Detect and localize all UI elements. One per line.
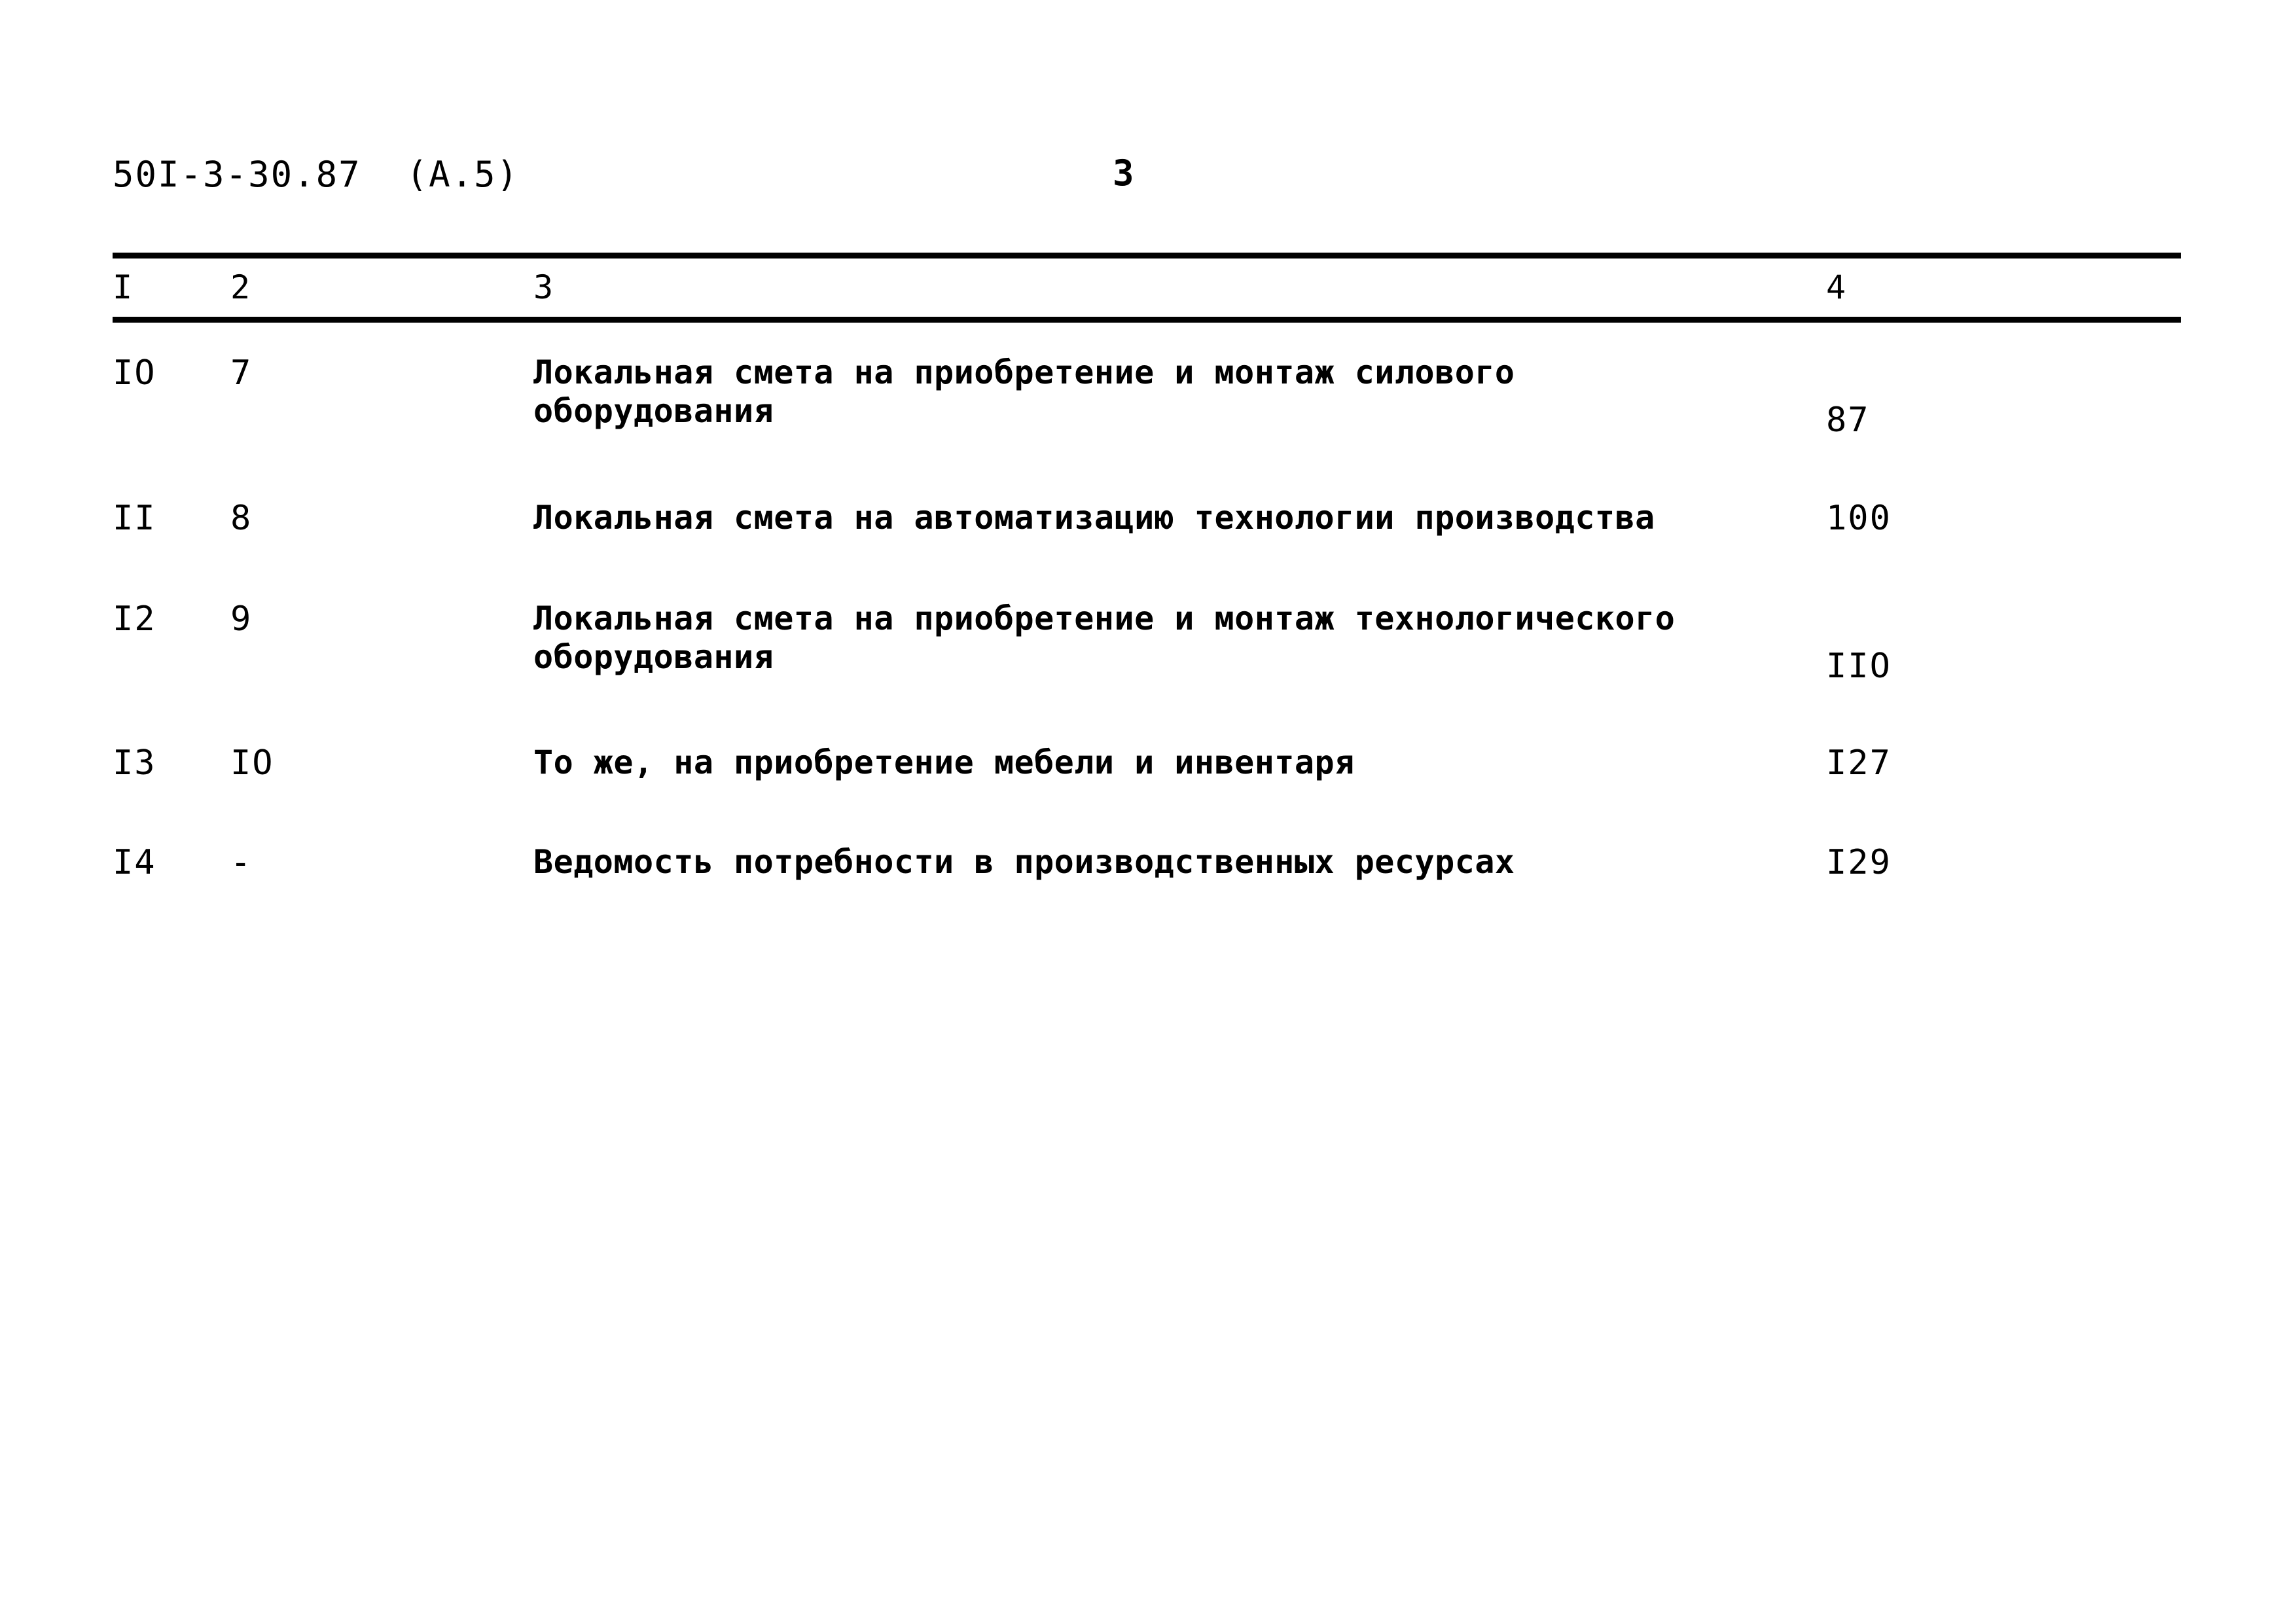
row-sheet-number: 8	[230, 499, 253, 538]
row-page: 100	[1826, 499, 1892, 538]
row-page: I29	[1826, 843, 1892, 882]
document-code: 50I-3-30.87 (A.5)	[113, 154, 520, 195]
row-number: I3	[113, 743, 156, 783]
table-header-rule	[113, 317, 2181, 323]
row-sheet-number: IO	[230, 743, 274, 783]
row-number: I2	[113, 599, 156, 639]
row-number: II	[113, 499, 156, 538]
row-page: IIO	[1826, 647, 1892, 686]
row-title: Ведомость потребности в производственных…	[533, 843, 1515, 881]
page-number: 3	[1113, 152, 1134, 194]
table-top-rule	[113, 253, 2181, 259]
row-title: Локальная смета на приобретение и монтаж…	[533, 353, 1515, 430]
column-header-4: 4	[1826, 268, 1847, 306]
row-title: Локальная смета на приобретение и монтаж…	[533, 599, 1676, 676]
row-page: I27	[1826, 743, 1892, 783]
row-number: IO	[113, 353, 156, 393]
document-page: 50I-3-30.87 (A.5) 3 I 2 3 4 IO 7 Локальн…	[0, 0, 2296, 1623]
column-header-1: I	[113, 268, 134, 306]
column-header-2: 2	[230, 268, 251, 306]
row-page: 87	[1826, 401, 1870, 440]
row-sheet-number: 9	[230, 599, 253, 639]
column-header-3: 3	[533, 268, 554, 306]
row-sheet-number: -	[230, 843, 253, 882]
row-title: Локальная смета на автоматизацию техноло…	[533, 499, 1655, 537]
row-sheet-number: 7	[230, 353, 253, 393]
document-header: 50I-3-30.87 (A.5) 3	[0, 0, 2296, 249]
row-title: То же, на приобретение мебели и инвентар…	[533, 743, 1355, 781]
row-number: I4	[113, 843, 156, 882]
